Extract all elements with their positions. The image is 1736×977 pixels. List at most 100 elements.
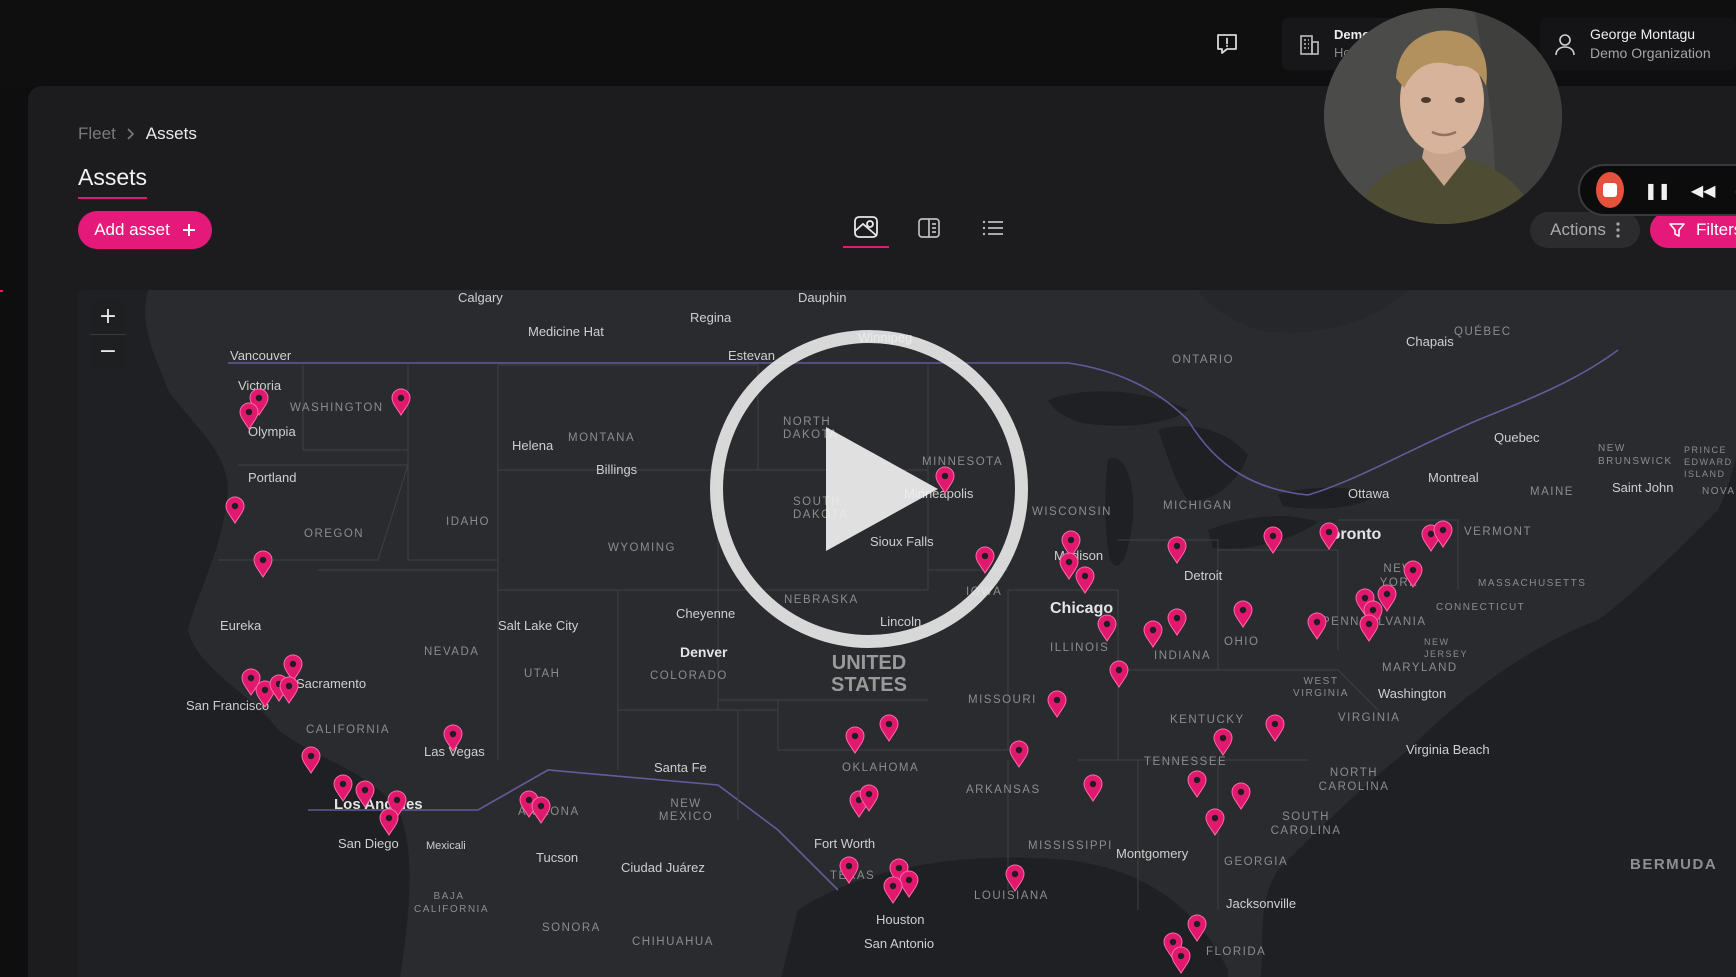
rewind-recording-button[interactable]: ◀◀: [1691, 181, 1716, 200]
add-asset-label: Add asset: [94, 220, 170, 239]
help-chat-button[interactable]: [1212, 30, 1242, 60]
map-label: MISSISSIPPI: [1028, 840, 1113, 852]
asset-pin[interactable]: [1306, 612, 1328, 640]
zoom-in-button[interactable]: +: [90, 300, 126, 334]
map-label: SOUTH CAROLINA: [1270, 811, 1342, 837]
map-label: Ottawa: [1348, 486, 1390, 501]
map-label: Washington: [1378, 686, 1447, 701]
list-view-toggle[interactable]: [970, 208, 1016, 248]
map-label: Houston: [876, 912, 925, 927]
map-label: MAINE: [1530, 486, 1574, 498]
asset-pin[interactable]: [1074, 566, 1096, 594]
map-label: Eureka: [220, 618, 262, 633]
map-label: Virginia Beach: [1406, 742, 1490, 757]
map-label: IDAHO: [446, 516, 490, 528]
map-label: GEORGIA: [1224, 856, 1289, 868]
map-label: Mexicali: [426, 840, 466, 852]
asset-pin[interactable]: [1166, 608, 1188, 636]
asset-pin[interactable]: [238, 402, 260, 430]
map-label: San Antonio: [864, 936, 935, 951]
split-view-toggle[interactable]: [906, 208, 952, 248]
asset-pin[interactable]: [1262, 526, 1284, 554]
recording-controls: ❚❚ ◀◀ 4:: [1578, 164, 1736, 216]
filters-button[interactable]: Filters: [1650, 212, 1736, 248]
map-label: UNITED STATES: [831, 652, 907, 696]
map-label: San Diego: [338, 836, 399, 851]
asset-pin[interactable]: [1230, 782, 1252, 810]
map-label: NEW BRUNSWICK: [1598, 443, 1673, 467]
presenter-video: [1324, 8, 1562, 224]
asset-pin[interactable]: [1108, 660, 1130, 688]
pause-recording-button[interactable]: ❚❚: [1644, 181, 1671, 200]
map-label: OHIO: [1224, 636, 1260, 648]
asset-pin[interactable]: [1376, 584, 1398, 612]
map-label: FLORIDA: [1206, 946, 1267, 958]
map-label: TENNESSEE: [1144, 756, 1228, 768]
map-label: MONTANA: [568, 432, 636, 444]
map-label: Sacramento: [296, 676, 367, 691]
asset-pin[interactable]: [858, 784, 880, 812]
asset-pin[interactable]: [378, 808, 400, 836]
map-label: Montgomery: [1116, 846, 1189, 861]
map-label: SONORA: [542, 922, 601, 934]
map-label: Helena: [512, 438, 554, 453]
zoom-out-button[interactable]: −: [90, 335, 126, 369]
help-chat-icon: [1217, 33, 1237, 54]
map-label: Detroit: [1184, 568, 1223, 583]
map-label: CONNECTICUT: [1436, 602, 1526, 613]
asset-pin[interactable]: [878, 714, 900, 742]
asset-pin[interactable]: [1004, 864, 1026, 892]
asset-pin[interactable]: [252, 550, 274, 578]
more-vertical-icon: [1616, 222, 1620, 238]
actions-button[interactable]: Actions: [1530, 212, 1640, 248]
map-label: INDIANA: [1154, 650, 1212, 662]
map-label: ONTARIO: [1172, 354, 1235, 366]
asset-pin[interactable]: [278, 676, 300, 704]
asset-pin[interactable]: [1170, 946, 1192, 974]
asset-pin[interactable]: [882, 876, 904, 904]
breadcrumb-assets: Assets: [145, 124, 197, 143]
map-label: Regina: [690, 310, 732, 325]
map-label: UTAH: [524, 668, 561, 680]
asset-pin[interactable]: [1082, 774, 1104, 802]
asset-pin[interactable]: [300, 746, 322, 774]
asset-pin[interactable]: [390, 388, 412, 416]
map-label: MARYLAND: [1382, 662, 1458, 674]
map-label: Denver: [680, 644, 728, 660]
asset-pin[interactable]: [1142, 620, 1164, 648]
asset-pin[interactable]: [1318, 522, 1340, 550]
map-label: CHIHUAHUA: [632, 936, 714, 948]
breadcrumb-fleet[interactable]: Fleet: [78, 124, 116, 144]
asset-pin[interactable]: [442, 724, 464, 752]
map-view-toggle[interactable]: [843, 208, 889, 248]
user-menu[interactable]: George Montagu Demo Organization: [1540, 18, 1736, 70]
asset-pin[interactable]: [1008, 740, 1030, 768]
add-asset-button[interactable]: Add asset: [78, 211, 212, 249]
play-icon: [826, 427, 938, 551]
asset-pin[interactable]: [332, 774, 354, 802]
asset-pin[interactable]: [1046, 690, 1068, 718]
map-label: Jacksonville: [1226, 896, 1297, 911]
asset-pin[interactable]: [1212, 728, 1234, 756]
asset-pin[interactable]: [1186, 914, 1208, 942]
asset-pin[interactable]: [1166, 536, 1188, 564]
asset-pin[interactable]: [1264, 714, 1286, 742]
map-label: BERMUDA: [1630, 856, 1718, 873]
asset-pin[interactable]: [1204, 808, 1226, 836]
asset-pin[interactable]: [1096, 614, 1118, 642]
asset-pin[interactable]: [1232, 600, 1254, 628]
asset-pin[interactable]: [838, 856, 860, 884]
asset-pin[interactable]: [530, 796, 552, 824]
asset-pin[interactable]: [1402, 560, 1424, 588]
asset-pin[interactable]: [224, 496, 246, 524]
asset-pin[interactable]: [1358, 614, 1380, 642]
asset-pin[interactable]: [354, 780, 376, 808]
asset-pin[interactable]: [844, 726, 866, 754]
video-play-button[interactable]: [710, 330, 1028, 648]
building-icon: [1300, 35, 1319, 55]
asset-pin[interactable]: [1186, 770, 1208, 798]
map-label: ILLINOIS: [1050, 642, 1110, 654]
map-label: COLORADO: [650, 670, 728, 682]
asset-pin[interactable]: [1432, 520, 1454, 548]
stop-recording-button[interactable]: [1596, 172, 1625, 208]
